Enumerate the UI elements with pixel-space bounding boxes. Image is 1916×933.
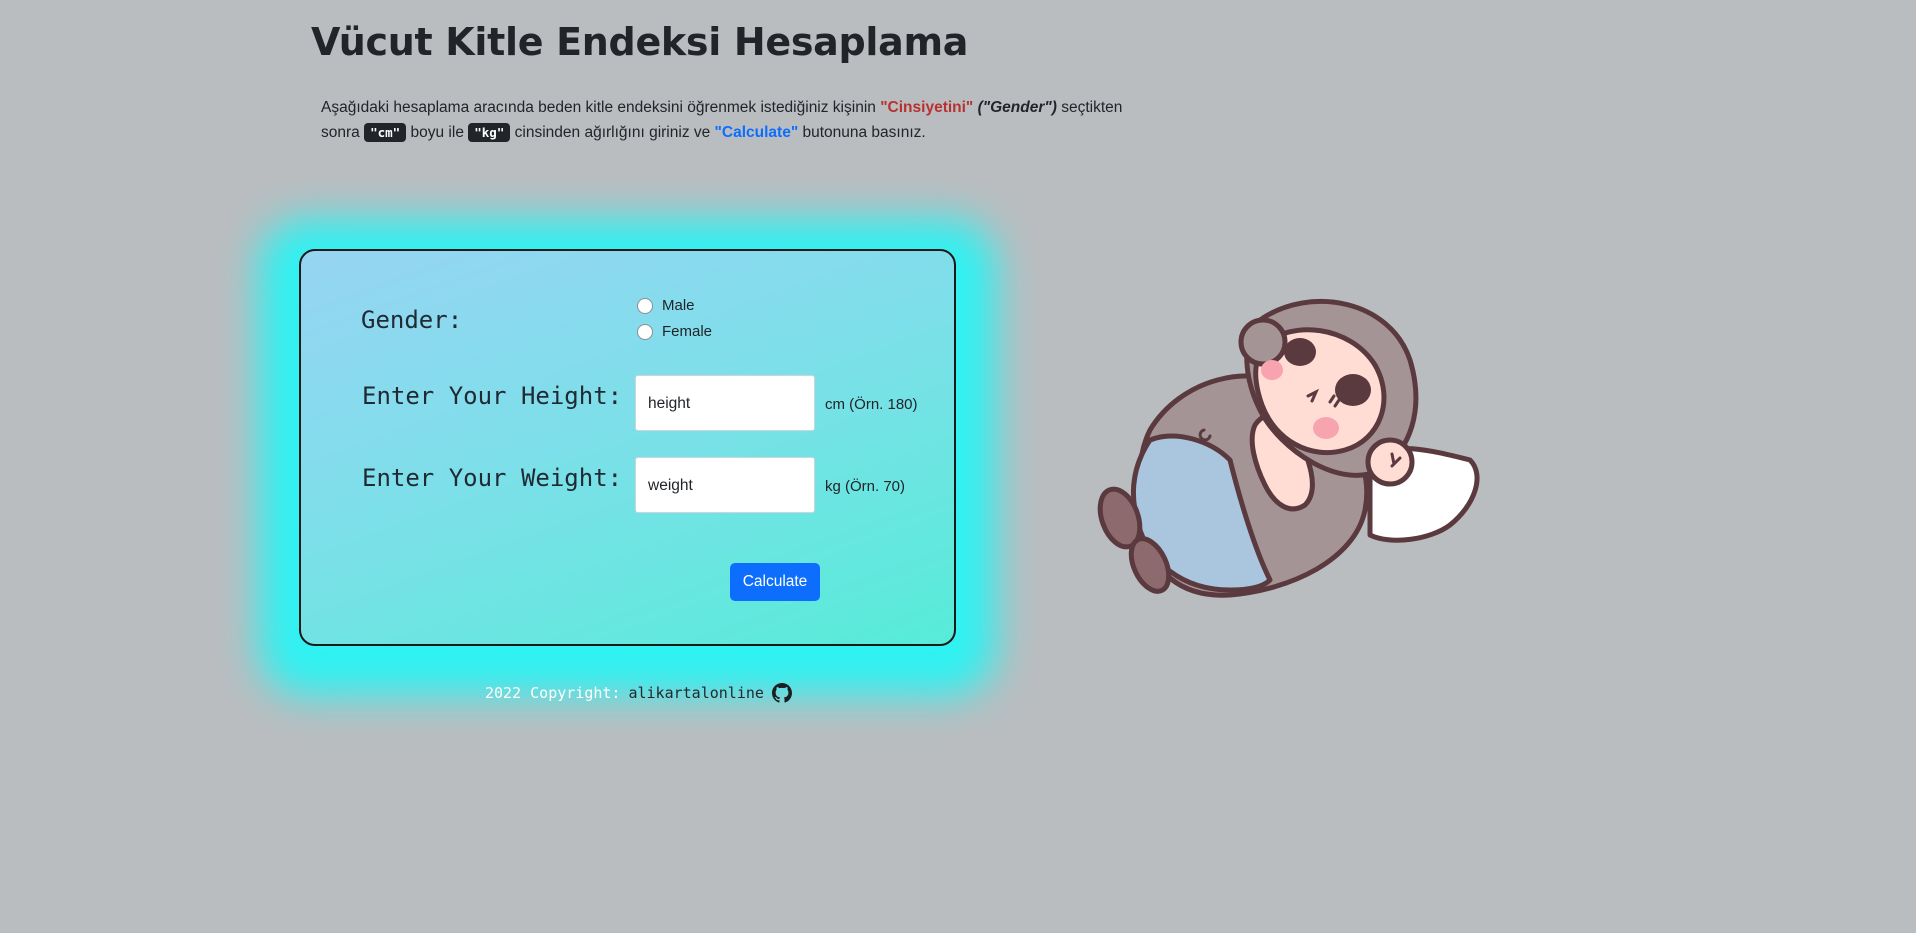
male-radio-label[interactable]: Male [662, 297, 695, 314]
page-title: Vücut Kitle Endeksi Hesaplama [311, 20, 969, 64]
footer-owner-link[interactable]: alikartalonline [628, 684, 763, 702]
gender-option-female[interactable]: Female [637, 323, 712, 340]
footer: 2022 Copyright: alikartalonline [485, 683, 792, 703]
page: Vücut Kitle Endeksi Hesaplama Aşağıdaki … [0, 0, 1916, 933]
sleeping-character-icon [1097, 298, 1480, 598]
female-radio[interactable] [637, 323, 653, 340]
weight-label: Enter Your Weight: [362, 464, 623, 492]
intro-text: Aşağıdaki hesaplama aracında beden kitle… [321, 95, 1151, 145]
intro-gender-tr: "Cinsiyetini" [880, 99, 974, 116]
intro-gender-en: ("Gender") [977, 99, 1057, 116]
weight-unit-hint: kg (Örn. 70) [825, 478, 906, 495]
intro-part-1: Aşağıdaki hesaplama aracında beden kitle… [321, 99, 881, 116]
intro-part-4: cinsinden ağırlığını giriniz ve [510, 124, 715, 141]
height-input[interactable]: height [635, 375, 815, 431]
github-icon[interactable] [771, 683, 792, 703]
gender-label: Gender: [361, 306, 463, 334]
intro-calculate-ref: "Calculate" [714, 124, 799, 141]
gender-option-male[interactable]: Male [637, 297, 695, 314]
height-label: Enter Your Height: [362, 382, 623, 410]
intro-kg-code: "kg" [468, 123, 511, 142]
female-radio-label[interactable]: Female [662, 323, 712, 340]
sleeping-character-illustration [1090, 290, 1480, 610]
footer-copyright: 2022 Copyright: [485, 684, 621, 702]
bmi-form-card: Gender: Male Female Enter Your Height: h… [299, 249, 956, 646]
height-unit-hint: cm (Örn. 180) [825, 396, 918, 413]
calculate-button[interactable]: Calculate [730, 563, 820, 601]
intro-part-3: boyu ile [406, 124, 469, 141]
weight-input[interactable]: weight [635, 457, 815, 513]
intro-part-5: butonuna basınız. [798, 124, 926, 141]
male-radio[interactable] [637, 297, 653, 314]
intro-cm-code: "cm" [364, 123, 407, 142]
